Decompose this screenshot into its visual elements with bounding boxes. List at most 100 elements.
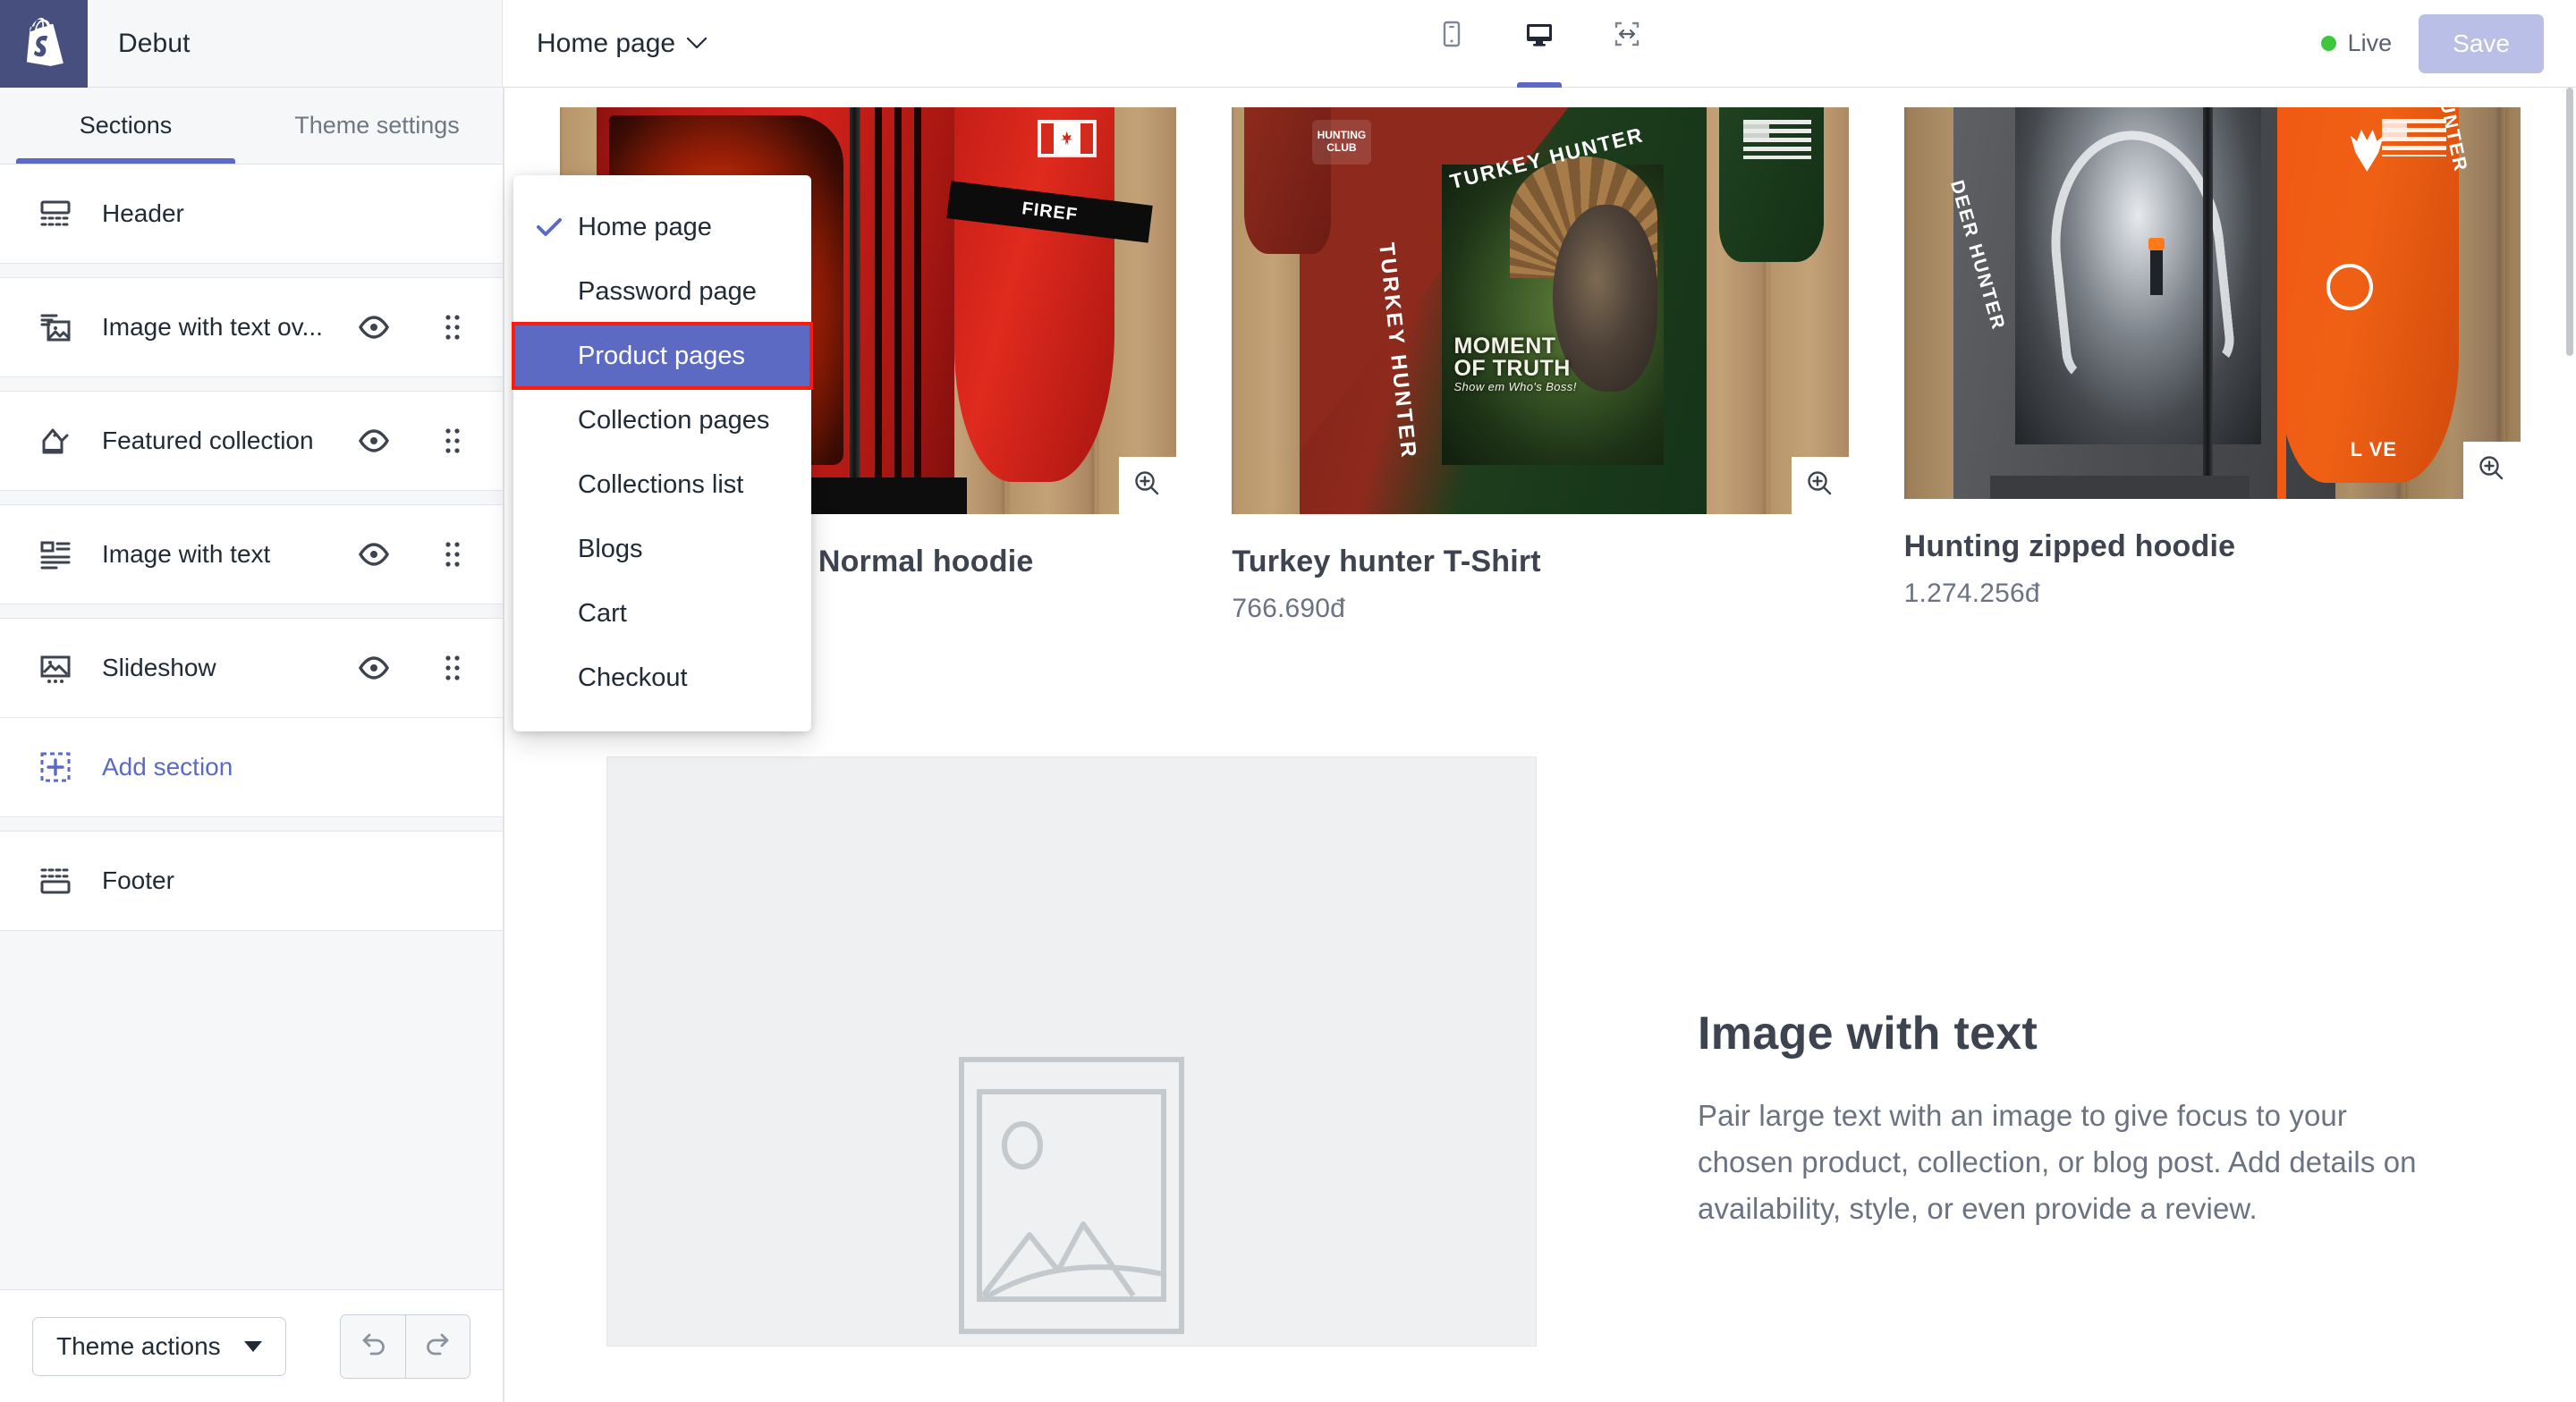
- image-with-text-section: Image with text Pair large text with an …: [504, 756, 2576, 1347]
- eye-icon[interactable]: [356, 309, 392, 345]
- menu-item-blogs[interactable]: Blogs: [513, 517, 811, 581]
- menu-item-checkout[interactable]: Checkout: [513, 646, 811, 710]
- product-card[interactable]: L VE DEER HUNTER DEER HUNTER Hunting zip…: [1903, 107, 2521, 609]
- undo-arrow-icon: [357, 1328, 389, 1364]
- drag-handle-icon[interactable]: [435, 309, 470, 345]
- device-full-width-button[interactable]: [1599, 0, 1655, 88]
- device-desktop-button[interactable]: [1512, 0, 1567, 88]
- storefront-preview: FIREF Proud Firefighter Normal hoodie 1.…: [504, 88, 2576, 1402]
- redo-arrow-icon: [422, 1328, 454, 1364]
- zoom-in-button[interactable]: [2462, 442, 2521, 499]
- menu-item-label: Collection pages: [578, 405, 770, 435]
- eye-icon[interactable]: [356, 536, 392, 572]
- eye-icon[interactable]: [356, 423, 392, 459]
- drag-handle-icon[interactable]: [435, 423, 470, 459]
- product-price: 766.690đ: [1232, 594, 1346, 623]
- menu-item-password-page[interactable]: Password page: [513, 259, 811, 324]
- turkey-hunter-tshirt-graphic: HUNTING CLUB TURKEY HUNTER TURKEY HUNTER…: [1232, 107, 1848, 514]
- image-with-text-overlay-icon: [34, 309, 77, 345]
- sidebar-item-label: Image with text: [102, 540, 271, 568]
- device-preview-group: [1424, 0, 1655, 88]
- menu-item-cart[interactable]: Cart: [513, 581, 811, 646]
- us-flag-patch: [2382, 119, 2447, 157]
- top-bar-right: Live Save: [2320, 13, 2576, 73]
- sidebar-item-image-with-text-overlay[interactable]: Image with text ov...: [0, 278, 503, 377]
- product-price: 1.274.256đ: [1903, 579, 2040, 608]
- zoom-in-button[interactable]: [1791, 457, 1849, 514]
- menu-item-label: Checkout: [578, 663, 688, 692]
- slideshow-icon: [34, 650, 77, 686]
- section-divider: [0, 491, 503, 505]
- section-divider: [0, 377, 503, 392]
- live-status: Live: [2320, 30, 2393, 57]
- tab-sections[interactable]: Sections: [0, 88, 251, 164]
- menu-item-label: Blogs: [578, 534, 643, 563]
- theme-name-container: Debut: [88, 0, 503, 87]
- drag-handle-icon[interactable]: [435, 650, 470, 686]
- desktop-icon: [1524, 19, 1555, 54]
- product-title: Hunting zipped hoodie: [1903, 529, 2236, 563]
- add-section-plus-icon: [34, 749, 77, 785]
- sidebar-item-actions: [356, 650, 470, 686]
- collection-tag-icon: [34, 423, 77, 459]
- menu-item-product-pages[interactable]: Product pages: [512, 322, 813, 390]
- sidebar-item-footer[interactable]: Footer: [0, 832, 503, 931]
- moment-of-truth-text: MOMENT OF TRUTH Show em Who's Boss!: [1453, 333, 1577, 393]
- section-divider: [0, 817, 503, 832]
- device-mobile-button[interactable]: [1424, 0, 1479, 88]
- image-with-text-content: Image with text Pair large text with an …: [1537, 756, 2576, 1347]
- hunting-club-badge: HUNTING CLUB: [1311, 119, 1371, 165]
- product-card[interactable]: HUNTING CLUB TURKEY HUNTER TURKEY HUNTER…: [1232, 107, 1849, 624]
- image-with-text-body: Pair large text with an image to give fo…: [1698, 1099, 2417, 1226]
- top-bar: Debut Home page Live Save: [0, 0, 2576, 88]
- theme-editor-app: Debut Home page Live Save Sections Theme…: [0, 0, 2576, 1402]
- menu-item-label: Home page: [578, 212, 712, 241]
- product-image[interactable]: L VE DEER HUNTER DEER HUNTER: [1903, 107, 2521, 499]
- eye-icon[interactable]: [356, 650, 392, 686]
- section-list: Header Image with text ov... Featured co…: [0, 165, 503, 1289]
- body: Sections Theme settings Header Image wit…: [0, 88, 2576, 1402]
- menu-item-collections-list[interactable]: Collections list: [513, 452, 811, 517]
- image-placeholder-box[interactable]: [606, 756, 1537, 1347]
- us-flag-patch: [1743, 119, 1812, 159]
- sidebar-item-actions: [356, 536, 470, 572]
- sidebar-tabs: Sections Theme settings: [0, 88, 503, 165]
- redo-button[interactable]: [405, 1314, 470, 1378]
- theme-actions-button[interactable]: Theme actions: [32, 1316, 286, 1376]
- image-placeholder-icon: [958, 1056, 1185, 1335]
- moment-text: MOMENT: [1453, 333, 1556, 359]
- page-selector-label: Home page: [537, 28, 676, 58]
- shopify-bag-icon: [21, 16, 67, 72]
- sidebar-item-header[interactable]: Header: [0, 165, 503, 264]
- add-section-button[interactable]: Add section: [0, 718, 503, 817]
- save-button[interactable]: Save: [2419, 13, 2544, 73]
- sidebar-item-actions: [356, 309, 470, 345]
- preview-scrollbar[interactable]: [2563, 88, 2576, 1402]
- sidebar-item-featured-collection[interactable]: Featured collection: [0, 392, 503, 491]
- section-divider: [0, 264, 503, 278]
- live-status-label: Live: [2347, 30, 2393, 56]
- page-selector-button[interactable]: Home page: [531, 21, 712, 66]
- caret-down-icon: [243, 1340, 262, 1352]
- top-bar-main: Home page Live Save: [503, 0, 2576, 88]
- shopify-logo[interactable]: [0, 0, 88, 88]
- undo-redo-group: [340, 1313, 470, 1379]
- section-divider: [0, 604, 503, 619]
- tab-theme-settings[interactable]: Theme settings: [251, 88, 503, 164]
- product-image[interactable]: HUNTING CLUB TURKEY HUNTER TURKEY HUNTER…: [1232, 107, 1849, 514]
- sidebar-item-slideshow[interactable]: Slideshow: [0, 619, 503, 718]
- product-title: Turkey hunter T-Shirt: [1232, 545, 1541, 579]
- drag-handle-icon[interactable]: [435, 536, 470, 572]
- checkmark-icon: [537, 217, 578, 237]
- page-selector-menu: Home page Password page Product pages Co…: [512, 175, 813, 731]
- sidebar-item-actions: [356, 423, 470, 459]
- zoom-in-icon: [1132, 469, 1163, 503]
- boss-text: Show em Who's Boss!: [1453, 379, 1577, 393]
- undo-button[interactable]: [341, 1314, 405, 1378]
- theme-actions-label: Theme actions: [56, 1331, 221, 1360]
- sidebar-item-image-with-text[interactable]: Image with text: [0, 505, 503, 604]
- image-with-text-title: Image with text: [1698, 1008, 2038, 1060]
- zoom-in-button[interactable]: [1119, 457, 1177, 514]
- menu-item-collection-pages[interactable]: Collection pages: [513, 388, 811, 452]
- menu-item-home-page[interactable]: Home page: [513, 195, 811, 259]
